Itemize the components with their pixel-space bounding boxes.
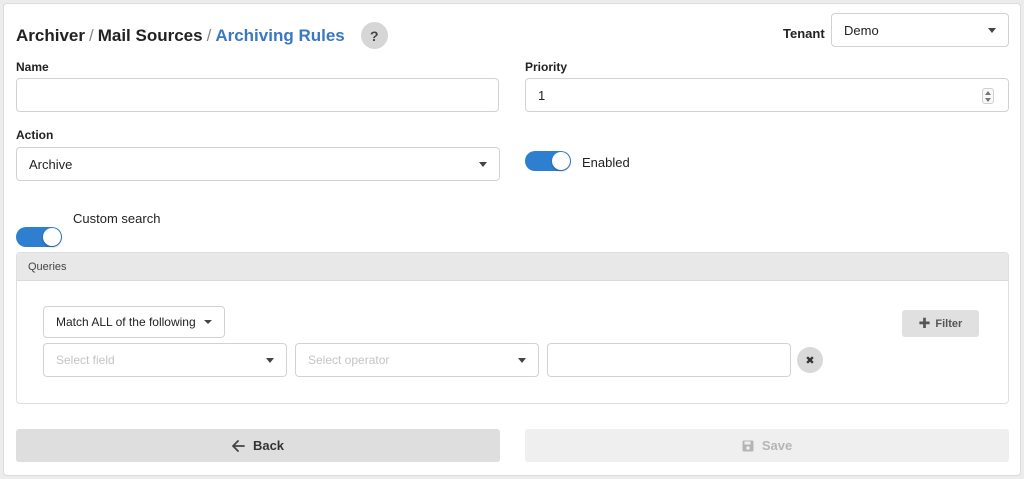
chevron-down-icon (203, 320, 212, 324)
queries-panel: Queries Match ALL of the following ✚ Fil… (16, 252, 1009, 404)
action-label: Action (16, 128, 54, 142)
queries-panel-title: Queries (17, 253, 1008, 281)
stepper-down-icon[interactable] (985, 97, 991, 102)
custom-search-toggle[interactable] (16, 227, 62, 247)
custom-search-label: Custom search (73, 211, 161, 226)
priority-label: Priority (525, 60, 568, 74)
chevron-down-icon (518, 358, 526, 363)
breadcrumb-archiving-rules: Archiving Rules (215, 25, 345, 45)
priority-input[interactable]: 1 (525, 78, 1009, 112)
tenant-select[interactable]: Demo (831, 13, 1009, 47)
tenant-label: Tenant (783, 26, 825, 41)
plus-icon: ✚ (918, 315, 931, 331)
action-select-value: Archive (29, 156, 73, 172)
stepper-up-icon[interactable] (985, 90, 991, 95)
field-select[interactable]: Select field (43, 343, 287, 377)
priority-input-value: 1 (538, 87, 546, 103)
back-button-label: Back (252, 438, 285, 453)
chevron-down-icon (479, 162, 487, 167)
name-input[interactable] (16, 78, 499, 112)
match-mode-label: Match ALL of the following (56, 315, 196, 329)
back-button[interactable]: Back (16, 429, 500, 462)
breadcrumb-separator: / (206, 25, 212, 45)
toggle-knob (552, 152, 570, 170)
field-select-placeholder: Select field (56, 353, 115, 367)
operator-select[interactable]: Select operator (295, 343, 539, 377)
operator-select-placeholder: Select operator (308, 353, 390, 367)
help-button[interactable]: ? (360, 22, 388, 49)
toggle-knob (43, 228, 61, 246)
add-filter-label: Filter (935, 317, 963, 330)
floppy-disk-icon (742, 440, 754, 451)
tenant-select-value: Demo (844, 22, 879, 38)
save-button-label: Save (761, 438, 793, 453)
archiving-rule-page: Archiver / Mail Sources / Archiving Rule… (3, 3, 1021, 476)
breadcrumb-archiver[interactable]: Archiver (16, 26, 85, 46)
match-mode-dropdown[interactable]: Match ALL of the following (43, 306, 225, 338)
breadcrumb: Archiver / Mail Sources / Archiving Rule… (16, 22, 388, 49)
close-icon: ✖ (805, 354, 815, 367)
remove-filter-button[interactable]: ✖ (797, 347, 823, 373)
add-filter-button[interactable]: ✚ Filter (902, 310, 979, 337)
action-select[interactable]: Archive (16, 147, 500, 181)
breadcrumb-separator: / (88, 25, 94, 45)
chevron-down-icon (266, 358, 274, 363)
enabled-toggle[interactable] (525, 151, 571, 171)
breadcrumb-mail-sources[interactable]: Mail Sources (98, 26, 203, 46)
number-stepper[interactable] (982, 88, 994, 104)
query-value-input[interactable] (547, 343, 791, 377)
chevron-down-icon (988, 28, 996, 33)
arrow-left-icon (232, 439, 245, 452)
name-label: Name (16, 60, 49, 74)
save-button[interactable]: Save (525, 429, 1009, 462)
enabled-label: Enabled (582, 155, 630, 170)
